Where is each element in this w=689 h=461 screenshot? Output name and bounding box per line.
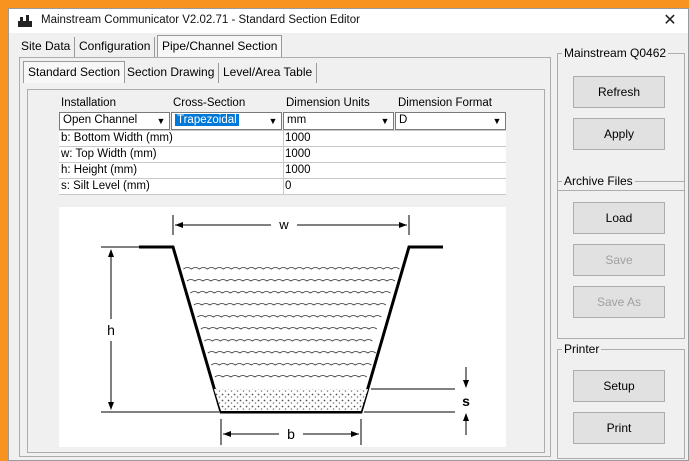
dimension-name: b: Bottom Width (mm) [61,132,173,144]
b-label: b [287,426,295,442]
installation-label: Installation [61,97,116,109]
table-row: s: Silt Level (mm) 0 [59,179,506,195]
tab-site-data[interactable]: Site Data [17,37,76,57]
tab-standard-section[interactable]: Standard Section [23,61,126,83]
wave-line [214,375,368,378]
wave-line [207,351,377,354]
save-as-button[interactable]: Save As [573,286,665,318]
table-row: w: Top Width (mm) 1000 [59,147,506,163]
dimension-units-select[interactable]: mm ▼ [283,112,394,130]
dimension-name: w: Top Width (mm) [61,148,157,160]
window-title: Mainstream Communicator V2.02.71 - Stand… [41,14,360,26]
dimension-units-value: mm [287,114,307,126]
table-row: h: Height (mm) 1000 [59,163,506,179]
printer-group: Printer Setup Print [557,342,685,459]
installation-value: Open Channel [63,114,138,126]
dimensions-table: b: Bottom Width (mm) 1000 w: Top Width (… [59,130,506,195]
wave-line [197,315,382,318]
tab-level-area-table[interactable]: Level/Area Table [219,63,318,83]
wave-line [193,303,387,306]
print-button[interactable]: Print [573,412,665,444]
h-label: h [107,322,115,338]
device-group-title: Mainstream Q0462 [562,46,669,60]
dimension-format-label: Dimension Format [398,97,492,109]
setup-button[interactable]: Setup [573,370,665,402]
cross-section-value: Trapezoidal [175,114,239,126]
sub-tab-row: Standard Section Section Drawing Level/A… [23,61,353,83]
close-icon[interactable]: ✕ [660,11,680,31]
silt-fill [214,389,368,411]
main-tab-row: Site Data Configuration Pipe/Channel Sec… [17,35,547,57]
dimension-value[interactable]: 1000 [285,132,311,144]
printer-group-title: Printer [562,342,602,356]
chevron-down-icon[interactable]: ▼ [154,114,168,128]
table-row: b: Bottom Width (mm) 1000 [59,131,506,147]
dimension-name: h: Height (mm) [61,164,138,176]
device-group: Mainstream Q0462 Refresh Apply [557,46,685,191]
load-button[interactable]: Load [573,202,665,234]
cross-section-select[interactable]: Trapezoidal ▼ [171,112,282,130]
tab-configuration[interactable]: Configuration [75,37,156,57]
wave-line [190,291,391,294]
wave-line [211,363,372,366]
editor-window: Mainstream Communicator V2.02.71 - Stand… [8,8,689,461]
wave-line [200,327,378,330]
channel-outline [139,245,443,414]
chevron-down-icon[interactable]: ▼ [378,114,392,128]
dimension-format-select[interactable]: D ▼ [395,112,506,130]
wave-line [204,339,373,342]
chevron-down-icon[interactable]: ▼ [266,114,280,128]
installation-select[interactable]: Open Channel ▼ [59,112,170,130]
refresh-button[interactable]: Refresh [573,76,665,108]
water-waves [183,267,400,378]
dimension-units-label: Dimension Units [286,97,370,109]
dimension-value[interactable]: 1000 [285,164,311,176]
trapezoid-drawing: w h s b [101,215,470,445]
save-button[interactable]: Save [573,244,665,276]
tab-section-drawing[interactable]: Section Drawing [123,63,220,83]
app-icon [18,15,32,27]
w-label: w [278,217,289,232]
archive-group-title: Archive Files [562,174,635,188]
cross-section-label: Cross-Section [173,97,246,109]
archive-files-group: Archive Files Load Save Save As [557,174,685,339]
title-bar: Mainstream Communicator V2.02.71 - Stand… [9,9,688,33]
wave-line [186,279,396,282]
apply-button[interactable]: Apply [573,118,665,150]
tab-pipe-channel-section[interactable]: Pipe/Channel Section [157,35,283,57]
wave-line [183,267,400,270]
s-label: s [462,393,470,409]
dimension-value[interactable]: 1000 [285,148,311,160]
trapezoid-diagram: w h s b [59,207,506,447]
dimension-format-value: D [399,114,408,126]
dimension-name: s: Silt Level (mm) [61,180,150,192]
chevron-down-icon[interactable]: ▼ [490,114,504,128]
dimension-value[interactable]: 0 [285,180,291,192]
